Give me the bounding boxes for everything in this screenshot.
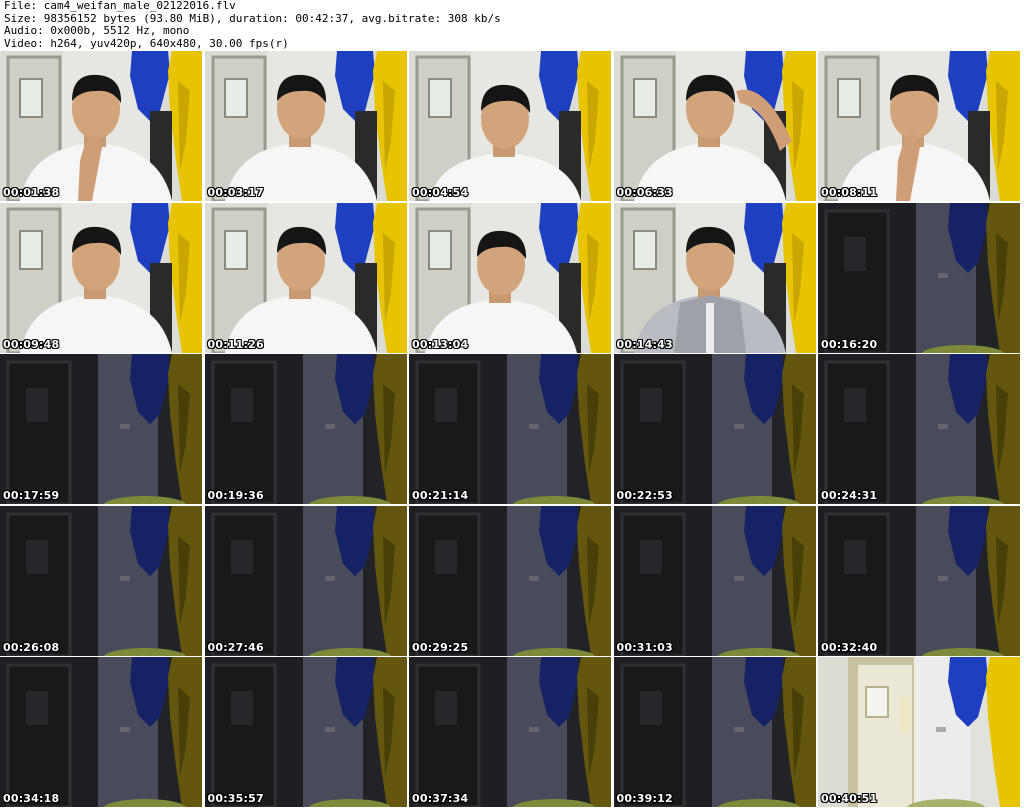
thumbnail-timestamp: 00:35:57 [207,792,264,805]
thumbnail-timestamp: 00:13:04 [412,337,469,351]
video-thumbnail: 00:26:08 [0,505,202,656]
thumbnail-frame [0,51,202,201]
video-thumbnail: 00:29:25 [409,505,611,656]
thumbnail-timestamp: 00:16:20 [821,337,878,351]
thumbnail-timestamp: 00:37:34 [412,792,469,805]
file-info-header: File: cam4_weifan_male_02122016.flv Size… [4,0,1020,50]
video-thumbnail: 00:34:18 [0,657,202,807]
thumbnail-frame [0,202,202,353]
thumbnail-frame [818,51,1020,201]
video-thumbnail: 00:19:36 [204,354,407,504]
thumbnail-frame [409,505,611,656]
video-thumbnail: 00:13:04 [409,202,611,353]
video-thumbnail: 00:40:51 [818,657,1020,807]
thumbnail-timestamp: 00:34:18 [3,792,60,805]
thumbnail-timestamp: 00:04:54 [412,186,469,199]
thumbnail-frame [818,657,1020,807]
thumbnail-timestamp: 00:32:40 [821,640,878,654]
thumbnail-timestamp: 00:24:31 [821,489,878,502]
thumbnail-frame [818,202,1020,353]
video-thumbnail: 00:17:59 [0,354,202,504]
thumbnail-frame [0,505,202,656]
thumbnail-timestamp: 00:22:53 [616,489,673,502]
thumbnail-frame [818,354,1020,504]
thumbnail-timestamp: 00:06:33 [616,186,673,199]
thumbnail-frame [204,505,407,656]
thumbnail-frame [613,202,816,353]
video-thumbnail: 00:37:34 [409,657,611,807]
thumbnail-grid: 00:01:38 00:03:17 00:04:54 00:06:33 00:0… [0,51,1024,811]
thumbnail-timestamp: 00:01:38 [3,186,60,199]
thumbnail-frame [613,51,816,201]
thumbnail-frame [0,354,202,504]
thumbnail-frame [204,51,407,201]
thumbnail-frame [818,505,1020,656]
thumbnail-timestamp: 00:19:36 [207,489,264,502]
video-thumbnail: 00:24:31 [818,354,1020,504]
thumbnail-timestamp: 00:14:43 [616,337,673,351]
thumbnail-timestamp: 00:11:26 [207,337,264,351]
video-thumbnail: 00:09:48 [0,202,202,353]
video-thumbnail: 00:04:54 [409,51,611,201]
audio-info-line: Audio: 0x000b, 5512 Hz, mono [4,24,190,37]
thumbnail-frame [204,657,407,807]
video-thumbnail: 00:39:12 [613,657,816,807]
thumbnail-timestamp: 00:39:12 [616,792,673,805]
video-thumbnail: 00:11:26 [204,202,407,353]
video-thumbnail: 00:35:57 [204,657,407,807]
video-thumbnail: 00:01:38 [0,51,202,201]
thumbnail-frame [613,354,816,504]
video-thumbnail: 00:21:14 [409,354,611,504]
thumbnail-frame [409,657,611,807]
video-thumbnail: 00:03:17 [204,51,407,201]
video-thumbnail: 00:06:33 [613,51,816,201]
video-thumbnail: 00:32:40 [818,505,1020,656]
video-thumbnail: 00:22:53 [613,354,816,504]
video-info-line: Video: h264, yuv420p, 640x480, 30.00 fps… [4,36,289,50]
thumbnail-frame [409,202,611,353]
thumbnail-timestamp: 00:31:03 [616,640,673,654]
thumbnail-frame [409,354,611,504]
thumbnail-timestamp: 00:29:25 [412,640,469,654]
video-thumbnail: 00:27:46 [204,505,407,656]
thumbnail-frame [204,202,407,353]
thumbnail-timestamp: 00:03:17 [207,186,264,199]
thumbnail-timestamp: 00:09:48 [3,337,60,351]
video-thumbnail: 00:16:20 [818,202,1020,353]
thumbnail-frame [613,505,816,656]
thumbnail-timestamp: 00:27:46 [207,640,264,654]
thumbnail-timestamp: 00:08:11 [821,186,878,199]
thumbnail-timestamp: 00:21:14 [412,489,469,502]
thumbnail-timestamp: 00:17:59 [3,489,60,502]
video-thumbnail: 00:31:03 [613,505,816,656]
thumbnail-timestamp: 00:40:51 [821,792,878,805]
thumbnail-frame [409,51,611,201]
video-thumbnail: 00:08:11 [818,51,1020,201]
thumbnail-timestamp: 00:26:08 [3,640,60,654]
thumbnail-frame [613,657,816,807]
file-name-line: File: cam4_weifan_male_02122016.flv [4,0,236,12]
thumbnail-frame [0,657,202,807]
thumbnail-frame [204,354,407,504]
video-thumbnail: 00:14:43 [613,202,816,353]
